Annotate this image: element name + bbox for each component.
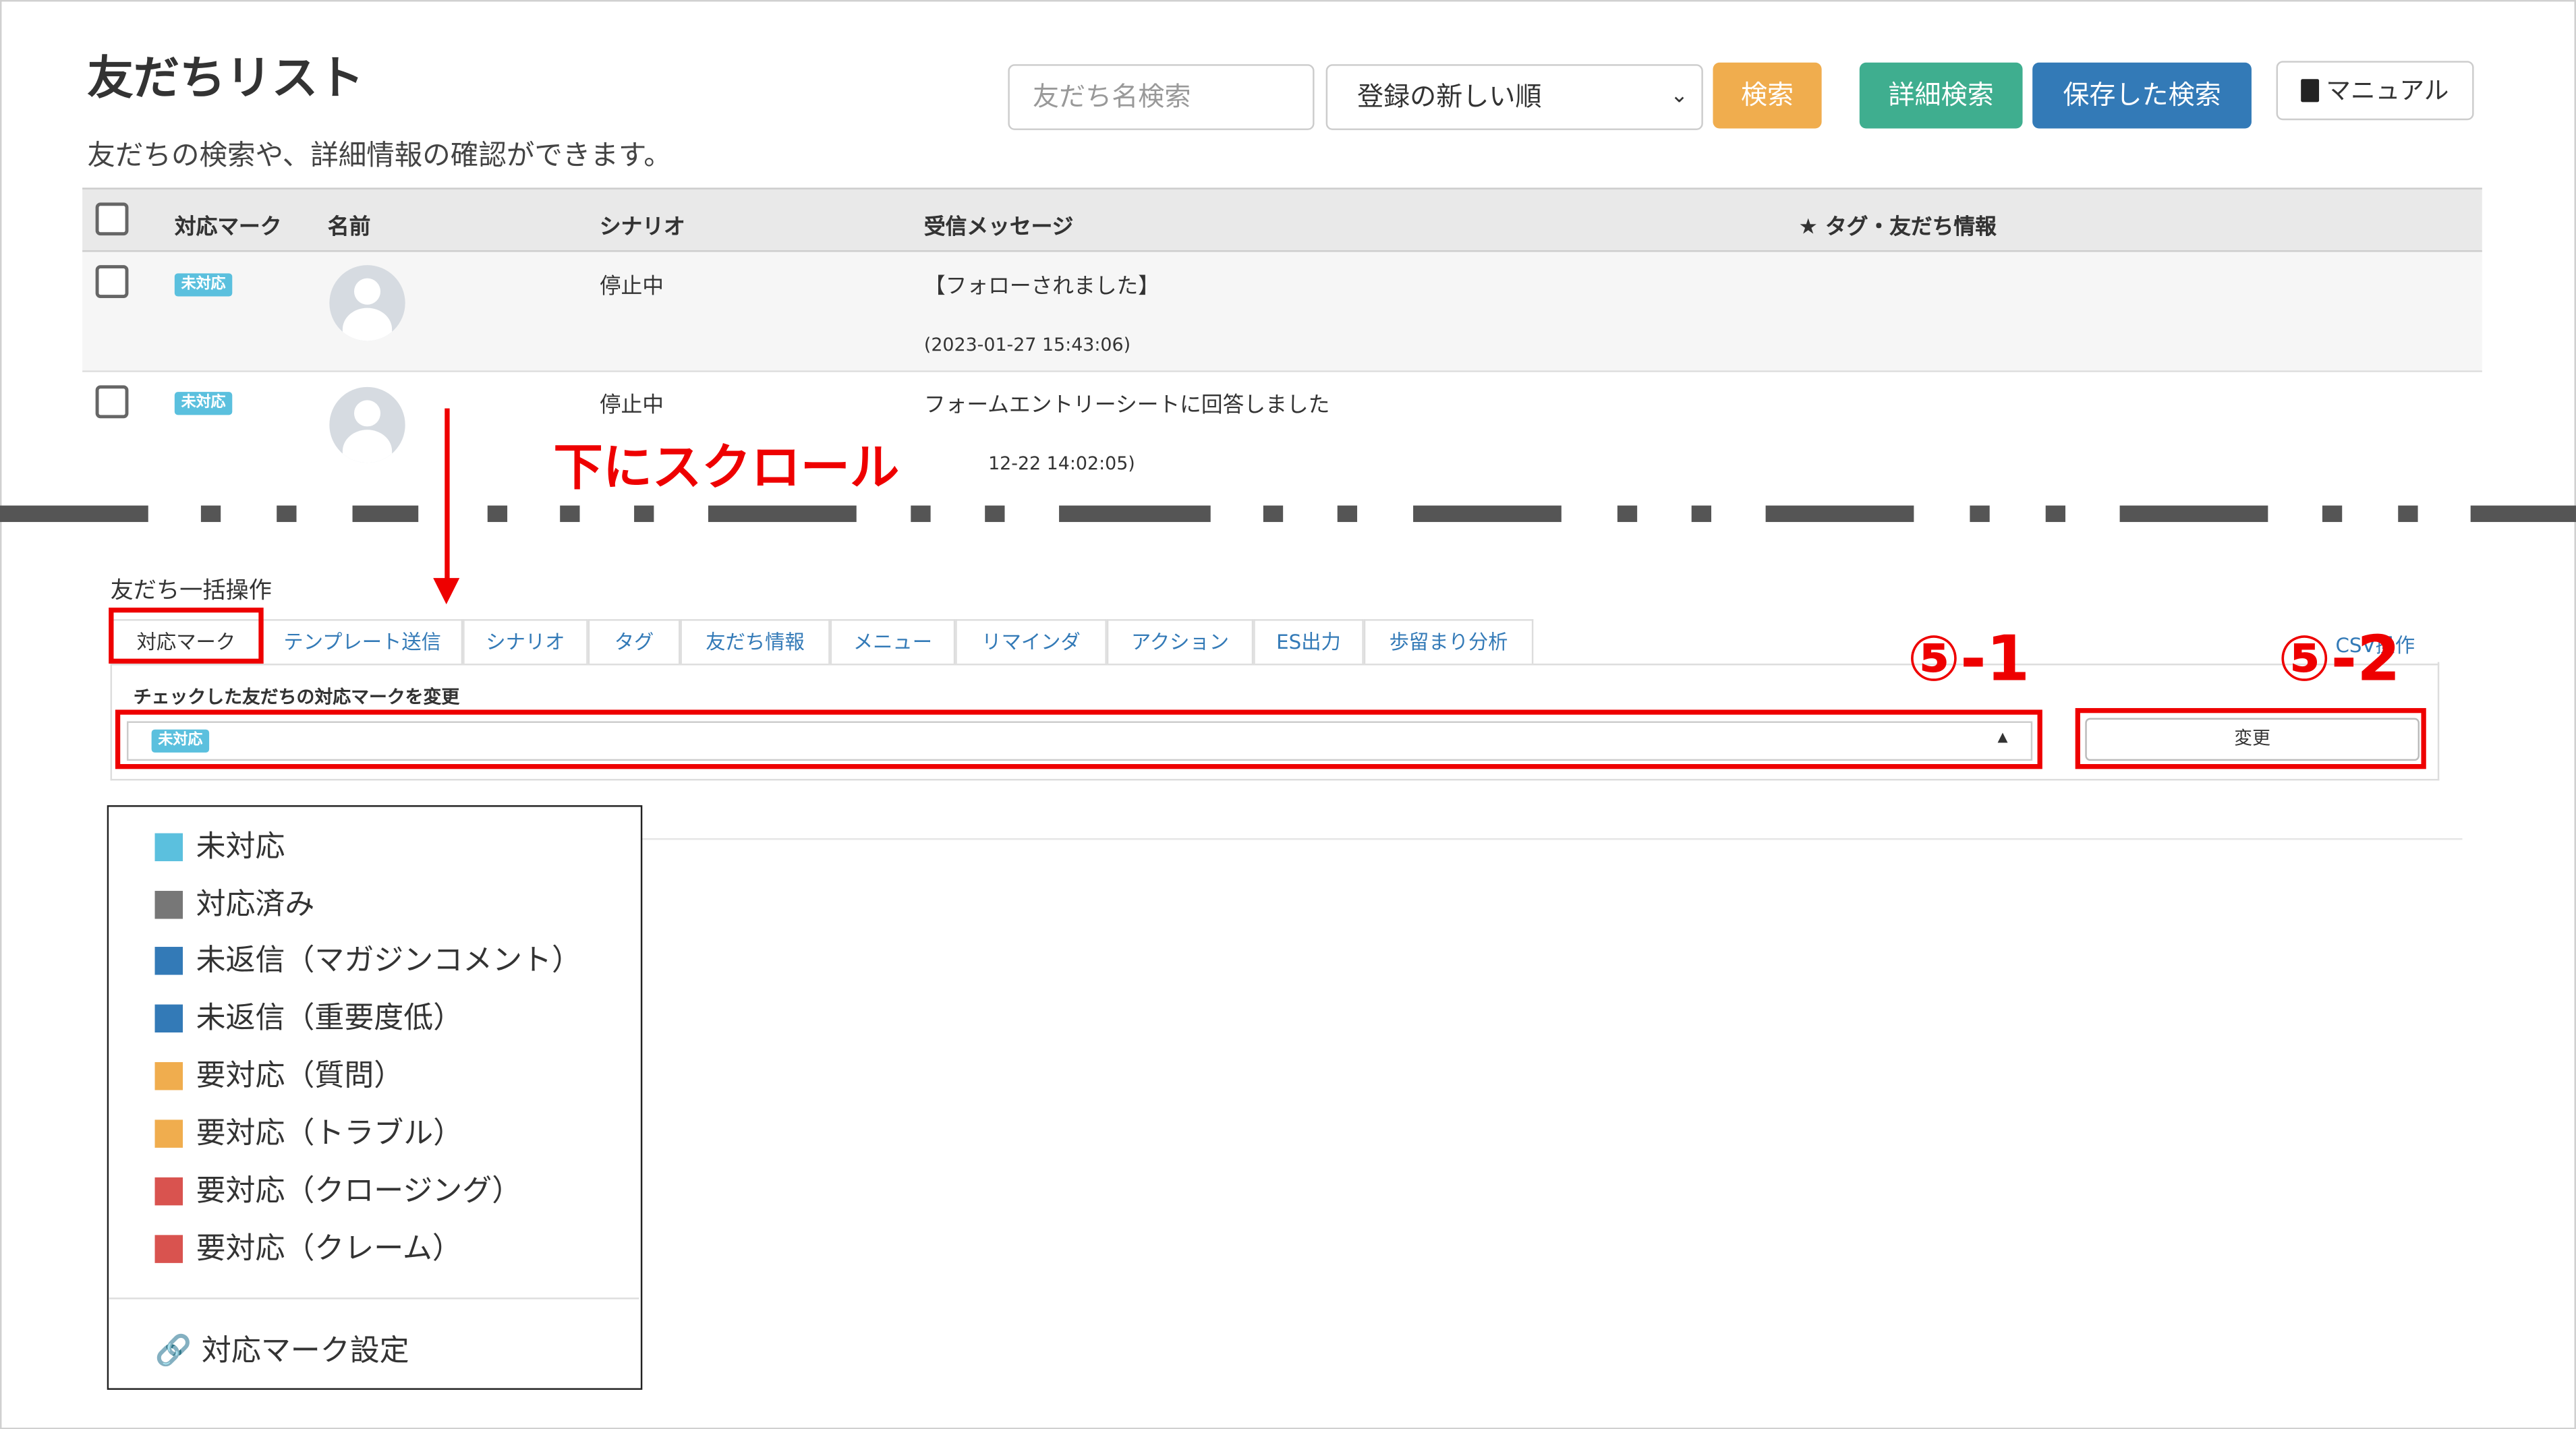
chevron-down-icon: ⌄ xyxy=(1670,84,1688,109)
advanced-search-button[interactable]: 詳細検索 xyxy=(1859,62,2023,129)
color-swatch xyxy=(154,1119,183,1148)
tab-reminder[interactable]: リマインダ xyxy=(955,619,1107,664)
tab-menu[interactable]: メニュー xyxy=(830,619,956,664)
tab-yield-analysis[interactable]: 歩留まり分析 xyxy=(1363,619,1534,664)
cut-divider xyxy=(0,505,2576,523)
saved-search-button[interactable]: 保存した検索 xyxy=(2032,62,2252,129)
status-badge: 未対応 xyxy=(174,273,233,297)
scroll-arrow-shaft xyxy=(445,408,450,583)
message-timestamp: (2023-01-27 15:43:06) xyxy=(923,334,1131,356)
table-row[interactable]: 未対応 停止中 【フォローされました】 (2023-01-27 15:43:06… xyxy=(82,252,2482,372)
dropdown-option[interactable]: 未返信（マガジンコメント） xyxy=(154,942,581,982)
annotation-label-5-2: ⑤-2 xyxy=(2278,622,2401,695)
dropdown-option[interactable]: 要対応（質問） xyxy=(154,1057,403,1097)
message-timestamp: 12-22 14:02:05) xyxy=(988,453,1135,475)
color-swatch xyxy=(154,1235,183,1263)
scenario-cell: 停止中 xyxy=(599,393,664,419)
highlight-mark-select xyxy=(115,709,2042,769)
bulk-operation-title: 友だち一括操作 xyxy=(110,578,272,605)
tab-scenario[interactable]: シナリオ xyxy=(463,619,588,664)
message-cell: 【フォローされました】 xyxy=(923,274,1160,300)
annotation-label-5-1: ⑤-1 xyxy=(1907,622,2030,695)
page-subtitle: 友だちの検索や、詳細情報の確認ができます。 xyxy=(87,140,672,173)
tab-template-send[interactable]: テンプレート送信 xyxy=(262,619,463,664)
tab-action[interactable]: アクション xyxy=(1106,619,1254,664)
sort-order-value: 登録の新しい順 xyxy=(1357,80,1542,113)
search-button[interactable]: 検索 xyxy=(1713,62,1822,129)
highlight-change-button xyxy=(2075,707,2426,769)
dropdown-option[interactable]: 未返信（重要度低） xyxy=(154,999,463,1039)
scroll-arrow-head xyxy=(433,578,460,605)
column-header-message: 受信メッセージ xyxy=(923,215,1074,241)
status-badge: 未対応 xyxy=(174,392,233,415)
column-header-scenario: シナリオ xyxy=(599,215,685,241)
color-swatch xyxy=(154,833,183,862)
select-all-checkbox[interactable] xyxy=(95,202,129,236)
tab-es-output[interactable]: ES出力 xyxy=(1253,619,1364,664)
tab-tag[interactable]: タグ xyxy=(588,619,681,664)
dropdown-separator xyxy=(109,1297,639,1300)
dropdown-option[interactable]: 未対応 xyxy=(154,828,285,868)
book-icon xyxy=(2301,79,2320,103)
message-cell: フォームエントリーシートに回答しました xyxy=(923,393,1330,419)
scenario-cell: 停止中 xyxy=(599,274,664,300)
dropdown-option[interactable]: 対応済み xyxy=(154,886,314,926)
row-checkbox[interactable] xyxy=(95,385,129,419)
scroll-down-annotation: 下にスクロール xyxy=(543,426,909,499)
dropdown-option[interactable]: 要対応（トラブル） xyxy=(154,1115,463,1155)
column-header-name: 名前 xyxy=(327,215,371,241)
link-icon: 🔗 xyxy=(154,1333,192,1369)
mark-dropdown: 未対応 対応済み 未返信（マガジンコメント） 未返信（重要度低） 要対応（質問）… xyxy=(107,805,643,1390)
manual-button[interactable]: マニュアル xyxy=(2276,61,2474,121)
color-swatch xyxy=(154,1004,183,1033)
tab-friend-info[interactable]: 友だち情報 xyxy=(680,619,830,664)
row-checkbox[interactable] xyxy=(95,265,129,298)
highlight-tab-mark xyxy=(109,608,264,664)
avatar xyxy=(329,265,405,341)
panel-label: チェックした友だちの対応マークを変更 xyxy=(133,687,460,708)
color-swatch xyxy=(154,1177,183,1206)
dropdown-option[interactable]: 要対応（クロージング） xyxy=(154,1173,522,1213)
sort-order-select[interactable]: 登録の新しい順 ⌄ xyxy=(1325,64,1703,130)
bulk-tabs: 対応マーク テンプレート送信 シナリオ タグ 友だち情報 メニュー リマインダ … xyxy=(110,619,2440,666)
friend-name-search-input[interactable]: 友だち名検索 xyxy=(1008,64,1315,130)
table-row[interactable]: 未対応 停止中 フォームエントリーシートに回答しました 12-22 14:02:… xyxy=(82,372,2482,504)
mark-settings-link[interactable]: 🔗 対応マーク設定 xyxy=(155,1327,409,1370)
column-header-mark: 対応マーク xyxy=(174,215,282,241)
avatar xyxy=(329,386,405,463)
dropdown-option[interactable]: 要対応（クレーム） xyxy=(154,1230,462,1270)
color-swatch xyxy=(154,891,183,919)
manual-label: マニュアル xyxy=(2326,76,2449,106)
color-swatch xyxy=(154,947,183,975)
color-swatch xyxy=(154,1061,183,1090)
column-header-tags: ★ タグ・友だち情報 xyxy=(1798,215,1997,241)
table-header: 対応マーク 名前 シナリオ 受信メッセージ ★ タグ・友だち情報 xyxy=(82,187,2482,252)
page-title: 友だちリスト xyxy=(87,51,364,106)
